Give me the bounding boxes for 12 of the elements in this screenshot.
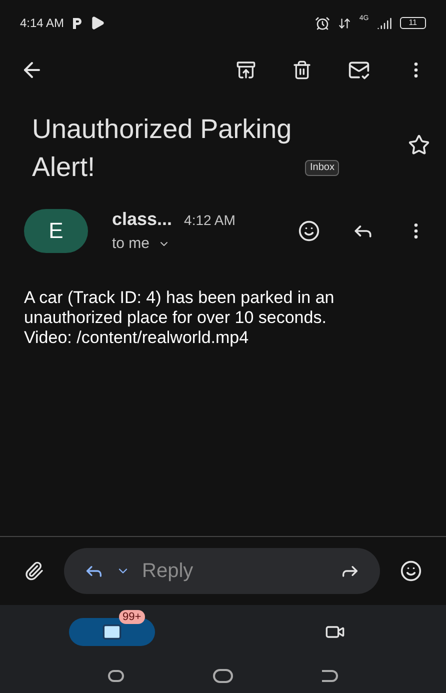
recipient-label[interactable]: to me	[112, 233, 150, 256]
sender-avatar: E	[24, 208, 88, 253]
status-time: 4:14 AM	[20, 15, 64, 32]
message-text: A car (Track ID: 4) has been parked in an unauthorized place for over 10 seconds.	[24, 288, 336, 328]
reply-field[interactable]: Reply	[64, 548, 380, 594]
sender-name: class...	[112, 208, 172, 231]
battery-icon: 11	[400, 17, 426, 29]
unread-badge: 99+	[118, 610, 146, 624]
inbox-label: Inbox	[305, 160, 340, 176]
email-subject: Unauthorized Parking Alert!	[32, 113, 293, 184]
message-time: 4:12 AM	[184, 211, 236, 230]
message-text: Video: /content/realworld.mp4	[24, 328, 250, 348]
